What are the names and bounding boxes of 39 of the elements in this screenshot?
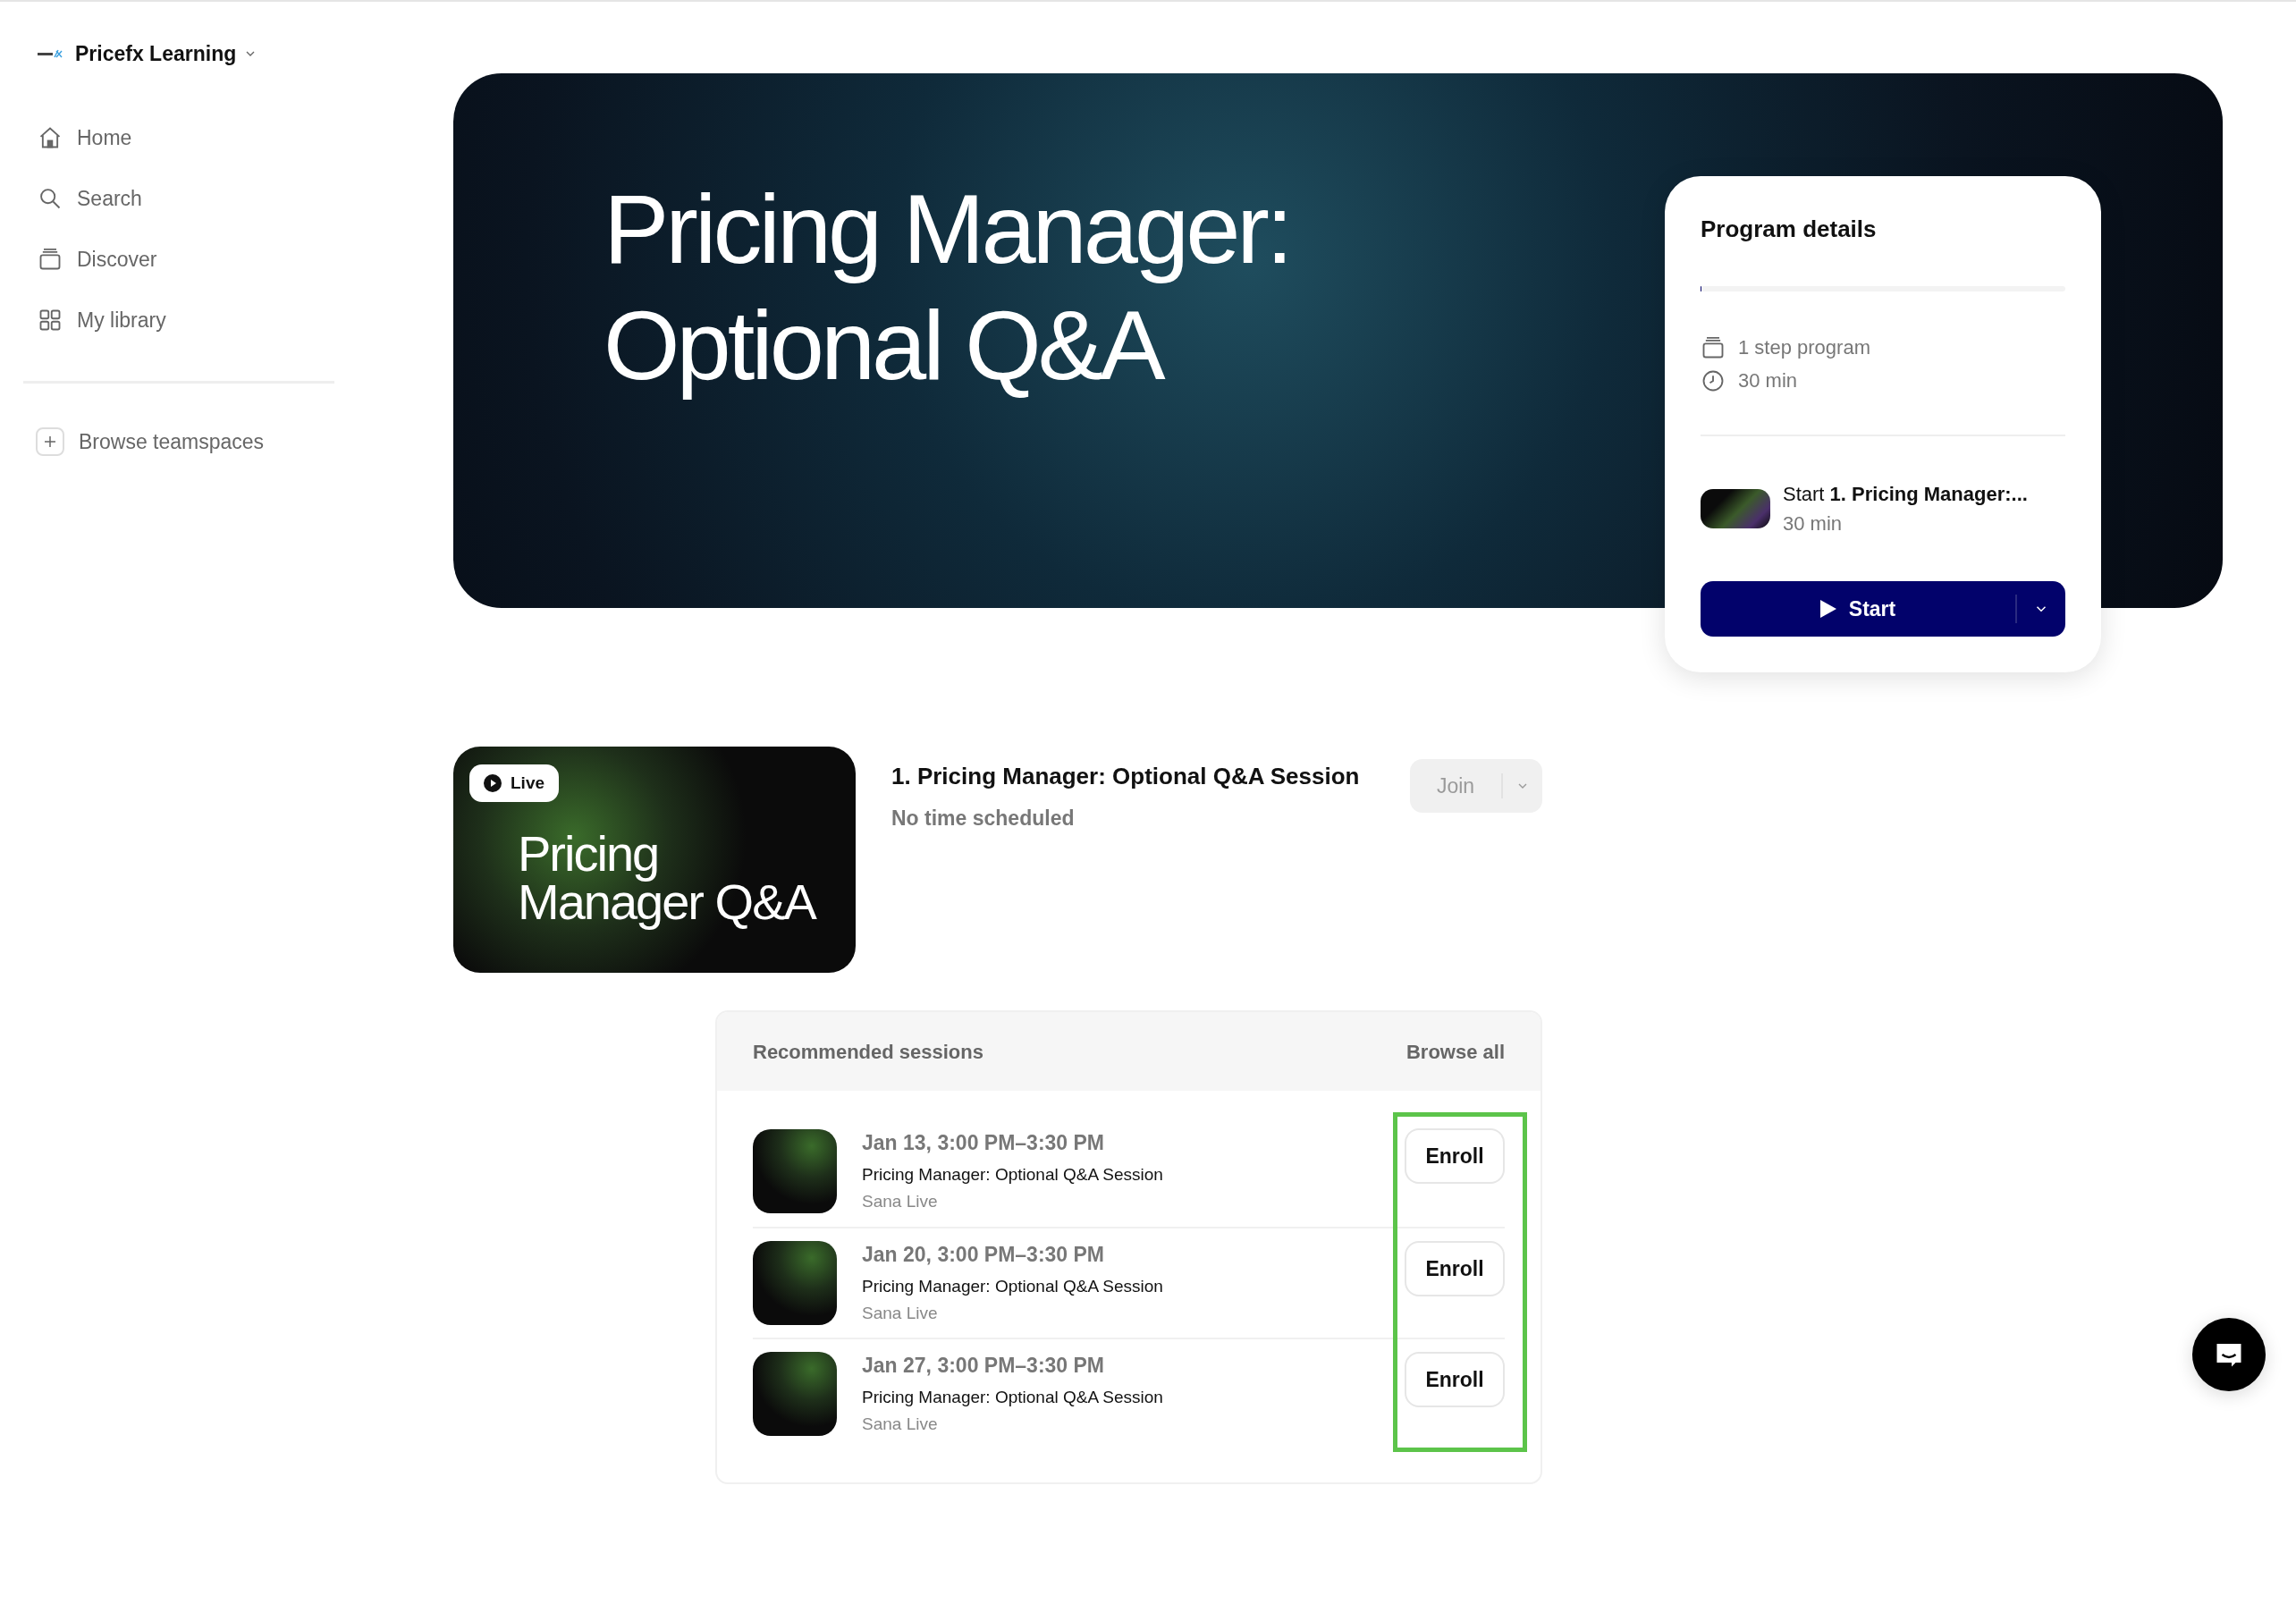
step-count: 1 step program <box>1738 335 1870 360</box>
live-badge: Live <box>469 764 560 802</box>
session-date: Jan 27, 3:00 PM–3:30 PM <box>862 1353 1106 1380</box>
session-name: Pricing Manager: Optional Q&A Session <box>862 1275 1164 1297</box>
duration-text: 30 min <box>1738 368 1798 393</box>
session-name: Pricing Manager: Optional Q&A Session <box>862 1386 1164 1408</box>
browse-all-link[interactable]: Browse all <box>1405 1036 1505 1067</box>
hero-title: Pricing Manager: Optional Q&A <box>604 173 1291 401</box>
session-time: No time scheduled <box>891 806 1076 832</box>
session-host: Sana Live <box>862 1191 939 1213</box>
home-icon <box>38 125 63 150</box>
sidebar-item[interactable]: Search <box>23 170 334 227</box>
enroll-button[interactable]: Enroll <box>1405 1352 1505 1407</box>
session-date: Jan 13, 3:00 PM–3:30 PM <box>862 1130 1106 1157</box>
next-step-duration: 30 min <box>1783 511 1844 536</box>
session-title: 1. Pricing Manager: Optional Q&A Session <box>891 762 1361 791</box>
browse-teamspaces-link[interactable]: Browse teamspaces <box>23 426 334 458</box>
stack-icon <box>1701 334 1726 360</box>
workspace-name[interactable]: Pricefx Learning <box>75 38 237 70</box>
card-title: Program details <box>1701 215 1878 244</box>
sidebar-item[interactable]: My library <box>23 291 334 349</box>
search-icon <box>38 186 63 211</box>
sidebar-item[interactable]: Discover <box>23 231 334 288</box>
next-step-title: Start 1. Pricing Manager:... <box>1783 482 2028 507</box>
session-host: Sana Live <box>862 1414 939 1436</box>
start-button[interactable]: Start <box>1701 581 2065 637</box>
plus-icon <box>36 427 64 457</box>
stack-icon <box>38 247 63 272</box>
play-icon <box>1819 600 1836 618</box>
play-circle-icon <box>484 774 502 792</box>
enroll-button[interactable]: Enroll <box>1405 1128 1505 1184</box>
grid-icon <box>38 308 63 333</box>
session-host: Sana Live <box>862 1303 939 1325</box>
enroll-button[interactable]: Enroll <box>1405 1241 1505 1296</box>
panel-title: Recommended sessions <box>753 1039 983 1065</box>
sidebar-item[interactable]: Home <box>23 109 334 166</box>
brand-logo-icon <box>38 48 63 59</box>
session-name: Pricing Manager: Optional Q&A Session <box>862 1163 1164 1186</box>
session-date: Jan 20, 3:00 PM–3:30 PM <box>862 1242 1106 1269</box>
